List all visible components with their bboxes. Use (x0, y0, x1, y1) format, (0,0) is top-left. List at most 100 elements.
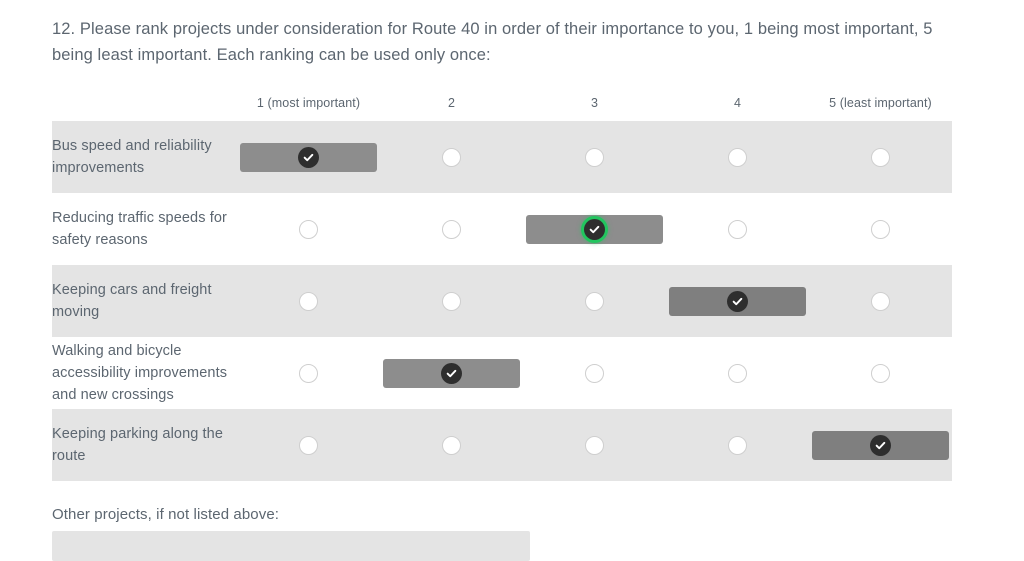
column-header-2: 2 (380, 96, 523, 121)
matrix-header: 1 (most important) 2 3 4 5 (least import… (52, 96, 952, 121)
matrix-cell-inner (237, 193, 380, 265)
matrix-row-label: Keeping parking along the route (52, 409, 237, 481)
selected-rank-pill[interactable] (383, 358, 520, 388)
matrix-cell-inner (380, 337, 523, 409)
matrix-cell-r5-c1[interactable] (237, 409, 380, 481)
matrix-cell-inner (809, 121, 952, 193)
radio-button-unselected[interactable] (871, 147, 890, 167)
selected-rank-pill[interactable] (669, 286, 806, 316)
matrix-cell-inner (809, 265, 952, 337)
matrix-row: Bus speed and reliability improvements (52, 121, 952, 193)
matrix-cell-r1-c3[interactable] (523, 121, 666, 193)
other-projects-label: Other projects, if not listed above: (52, 506, 280, 523)
matrix-row: Reducing traffic speeds for safety reaso… (52, 193, 952, 265)
matrix-cell-inner (380, 193, 523, 265)
matrix-row-label: Reducing traffic speeds for safety reaso… (52, 193, 237, 265)
matrix-cell-inner (523, 337, 666, 409)
radio-button-unselected[interactable] (585, 363, 604, 383)
matrix-cell-inner (809, 193, 952, 265)
checkmark-icon (870, 434, 891, 456)
column-header-4: 4 (666, 96, 809, 121)
matrix-cell-r3-c4[interactable] (666, 265, 809, 337)
matrix-cell-inner (237, 265, 380, 337)
matrix-row: Keeping parking along the route (52, 409, 952, 481)
matrix-cell-inner (523, 409, 666, 481)
matrix-cell-r5-c3[interactable] (523, 409, 666, 481)
matrix-row: Walking and bicycle accessibility improv… (52, 337, 952, 409)
matrix-row: Keeping cars and freight moving (52, 265, 952, 337)
radio-button-unselected[interactable] (585, 435, 604, 455)
matrix-cell-inner (666, 337, 809, 409)
radio-button-unselected[interactable] (299, 363, 318, 383)
column-header-1: 1 (most important) (237, 96, 380, 121)
matrix-cell-r2-c1[interactable] (237, 193, 380, 265)
matrix-row-label: Walking and bicycle accessibility improv… (52, 337, 237, 409)
selected-rank-pill[interactable] (526, 214, 663, 244)
selected-rank-pill[interactable] (812, 430, 949, 460)
matrix-cell-r4-c3[interactable] (523, 337, 666, 409)
radio-button-unselected[interactable] (871, 363, 890, 383)
matrix-cell-inner (666, 265, 809, 337)
matrix-cell-inner (523, 121, 666, 193)
matrix-cell-r1-c2[interactable] (380, 121, 523, 193)
matrix-cell-inner (666, 121, 809, 193)
matrix-cell-inner (237, 337, 380, 409)
matrix-cell-inner (380, 121, 523, 193)
matrix-cell-inner (523, 193, 666, 265)
radio-button-unselected[interactable] (442, 435, 461, 455)
matrix-body: Bus speed and reliability improvements Re… (52, 121, 952, 481)
matrix-cell-r2-c5[interactable] (809, 193, 952, 265)
matrix-cell-r2-c2[interactable] (380, 193, 523, 265)
survey-page: 12. Please rank projects under considera… (0, 0, 1024, 561)
radio-button-unselected[interactable] (299, 435, 318, 455)
radio-button-unselected[interactable] (728, 363, 747, 383)
checkmark-icon (727, 290, 748, 312)
radio-button-unselected[interactable] (871, 219, 890, 239)
matrix-cell-inner (666, 193, 809, 265)
column-header-5: 5 (least important) (809, 96, 952, 121)
checkmark-icon (584, 218, 605, 240)
matrix-cell-inner (237, 121, 380, 193)
checkmark-icon (298, 146, 319, 168)
matrix-cell-inner (809, 337, 952, 409)
matrix-cell-r3-c5[interactable] (809, 265, 952, 337)
matrix-cell-r4-c1[interactable] (237, 337, 380, 409)
matrix-cell-r5-c5[interactable] (809, 409, 952, 481)
matrix-cell-r4-c4[interactable] (666, 337, 809, 409)
matrix-cell-inner (666, 409, 809, 481)
radio-button-unselected[interactable] (299, 291, 318, 311)
question-prompt: 12. Please rank projects under considera… (52, 20, 933, 64)
matrix-corner-cell (52, 96, 237, 121)
radio-button-unselected[interactable] (442, 219, 461, 239)
matrix-cell-r3-c1[interactable] (237, 265, 380, 337)
matrix-cell-r2-c3[interactable] (523, 193, 666, 265)
radio-button-unselected[interactable] (299, 219, 318, 239)
radio-button-unselected[interactable] (728, 435, 747, 455)
radio-button-unselected[interactable] (871, 291, 890, 311)
matrix-cell-r2-c4[interactable] (666, 193, 809, 265)
matrix-cell-r5-c4[interactable] (666, 409, 809, 481)
matrix-header-row: 1 (most important) 2 3 4 5 (least import… (52, 96, 952, 121)
radio-button-unselected[interactable] (442, 291, 461, 311)
matrix-row-label: Bus speed and reliability improvements (52, 121, 237, 193)
radio-button-unselected[interactable] (728, 219, 747, 239)
matrix-cell-r4-c2[interactable] (380, 337, 523, 409)
matrix-cell-inner (380, 265, 523, 337)
matrix-cell-r3-c3[interactable] (523, 265, 666, 337)
selected-rank-pill[interactable] (240, 142, 377, 172)
radio-button-unselected[interactable] (585, 147, 604, 167)
radio-button-unselected[interactable] (442, 147, 461, 167)
radio-button-unselected[interactable] (585, 291, 604, 311)
matrix-cell-r1-c4[interactable] (666, 121, 809, 193)
other-projects-input[interactable] (52, 531, 530, 561)
matrix-cell-r5-c2[interactable] (380, 409, 523, 481)
radio-button-unselected[interactable] (728, 147, 747, 167)
matrix-cell-r4-c5[interactable] (809, 337, 952, 409)
matrix-cell-inner (523, 265, 666, 337)
matrix-cell-inner (380, 409, 523, 481)
checkmark-icon (441, 362, 462, 384)
matrix-cell-inner (237, 409, 380, 481)
matrix-cell-r1-c1[interactable] (237, 121, 380, 193)
matrix-cell-r1-c5[interactable] (809, 121, 952, 193)
matrix-cell-r3-c2[interactable] (380, 265, 523, 337)
